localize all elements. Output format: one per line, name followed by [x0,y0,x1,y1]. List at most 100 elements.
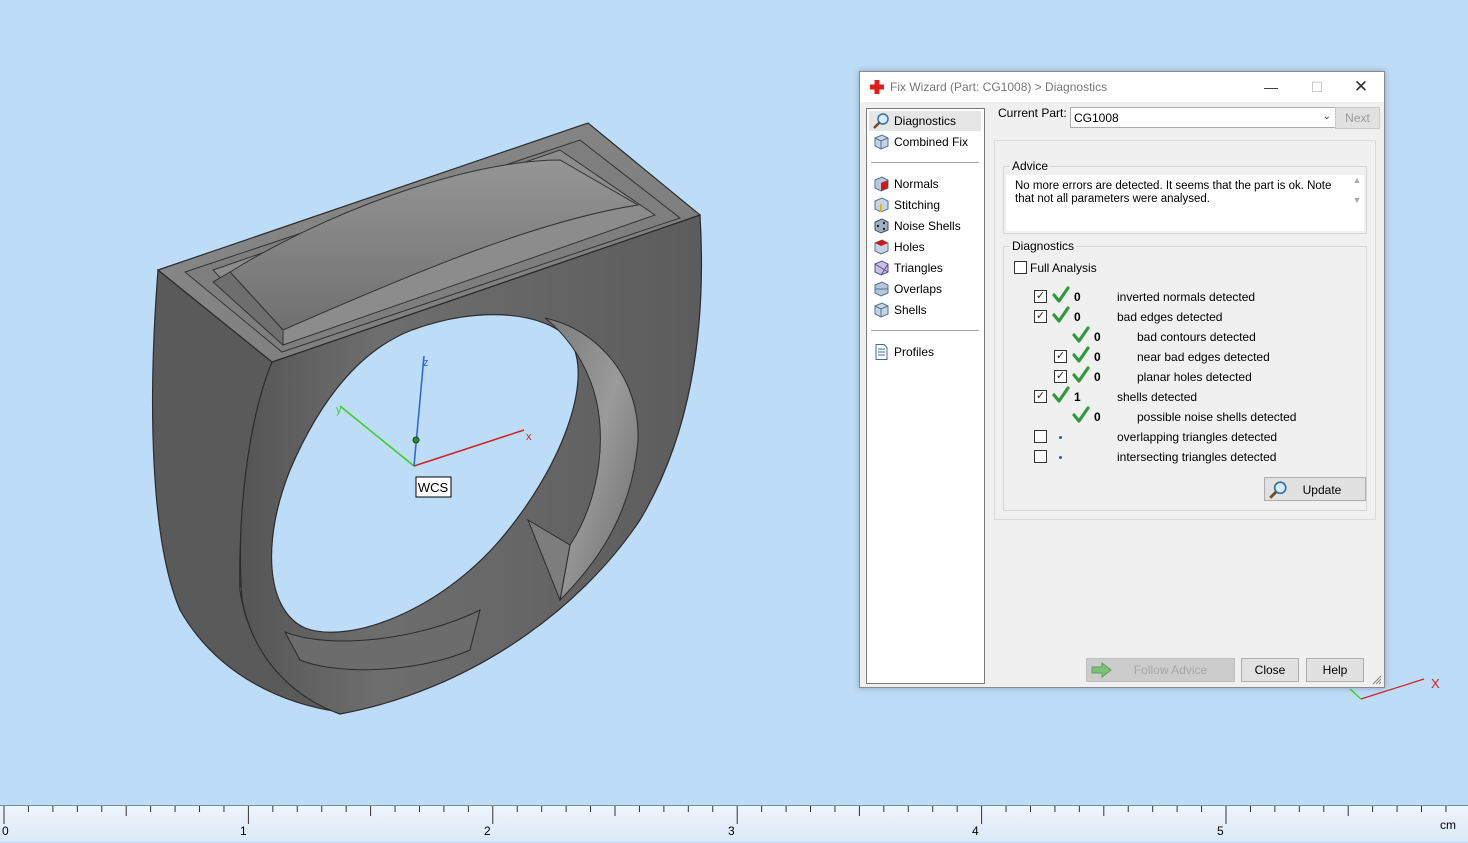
close-window-button[interactable]: ✕ [1338,72,1384,102]
row-label: intersecting triangles detected [1117,450,1277,464]
ruler-unit: cm [1440,818,1456,832]
dialog-title: Fix Wizard (Part: CG1008) > Diagnostics [890,80,1108,94]
close-button[interactable]: Close [1241,658,1299,682]
document-icon [875,344,888,360]
ruler-label-4: 4 [972,824,979,838]
current-part-select[interactable]: CG1008 ⌄ [1070,107,1336,128]
diagnostics-label: Diagnostics [1010,239,1077,253]
row-checkbox[interactable]: ✓ [1034,290,1047,303]
sidebar-item-label: Normals [894,177,939,191]
ruler-label-5: 5 [1217,824,1224,838]
row-count: 0 [1074,310,1081,324]
row-checkbox[interactable]: ✓ [1054,350,1067,363]
triangles-icon [874,260,889,276]
check-icon [1072,366,1090,384]
sidebar-item-label: Triangles [894,261,943,275]
update-label: Update [1302,483,1342,497]
row-label: possible noise shells detected [1137,410,1297,424]
row-checkbox[interactable]: ✓ [1054,370,1067,383]
check-icon [1052,306,1070,324]
current-part-value: CG1008 [1074,111,1119,125]
row-label: inverted normals detected [1117,290,1256,304]
pending-dot-icon [1059,436,1062,439]
sidebar-item-normals[interactable]: Normals [869,174,981,194]
row-checkbox[interactable]: ✓ [1034,390,1047,403]
row-checkbox[interactable]: ✓ [1034,310,1047,323]
row-count: 0 [1094,410,1101,424]
arrow-right-icon [1091,662,1112,678]
sidebar-item-label: Combined Fix [894,135,969,149]
resize-grip-icon[interactable] [1372,675,1382,685]
sidebar-item-diagnostics[interactable]: Diagnostics [869,111,981,131]
full-analysis-label: Full Analysis [1030,261,1097,275]
sidebar-item-label: Diagnostics [894,114,957,128]
advice-group: Advice No more errors are detected. It s… [1003,159,1367,234]
row-checkbox[interactable] [1034,430,1047,443]
sidebar-item-label: Overlaps [894,282,943,296]
minimize-button[interactable]: — [1248,72,1294,102]
row-label: shells detected [1117,390,1198,404]
row-label: overlapping triangles detected [1117,430,1278,444]
sidebar-item-combined-fix[interactable]: Combined Fix [869,132,981,152]
sidebar-item-holes[interactable]: Holes [869,237,981,257]
wizard-sidebar: Diagnostics Combined Fix Normals Stitchi… [866,108,985,684]
noise-shells-icon [874,218,889,234]
sidebar-item-label: Noise Shells [894,219,961,233]
row-count: 0 [1094,350,1101,364]
sidebar-divider [871,162,979,163]
sidebar-item-triangles[interactable]: Triangles [869,258,981,278]
row-checkbox[interactable] [1034,450,1047,463]
advice-label: Advice [1010,159,1051,173]
axis-z-label: z [423,357,429,369]
chevron-down-icon: ⌄ [1322,111,1331,122]
ruler-label-3: 3 [728,824,735,838]
overlaps-icon [874,281,889,297]
check-icon [1072,326,1090,344]
row-label: bad contours detected [1137,330,1256,344]
ruler: 0 1 2 3 4 5 cm [0,805,1468,842]
wcs-label: WCS [418,480,449,495]
check-icon [1072,346,1090,364]
advice-scrollbar[interactable]: ▲ ▼ [1350,175,1364,231]
title-bar[interactable]: Fix Wizard (Part: CG1008) > Diagnostics … [860,72,1384,102]
current-part-label: Current Part: [998,106,1067,120]
diagnostics-group: Diagnostics Full Analysis ✓ 0 inverted nor… [1003,239,1367,511]
sidebar-item-noise-shells[interactable]: Noise Shells [869,216,981,236]
sidebar-item-label: Shells [894,303,927,317]
update-button[interactable]: Update [1264,477,1366,501]
holes-icon [874,239,889,255]
row-count: 0 [1094,370,1101,384]
row-label: near bad edges detected [1137,350,1270,364]
triad-x-label: X [1431,676,1440,691]
axis-x-label: x [526,431,532,443]
maximize-button[interactable]: ☐ [1294,72,1340,102]
full-analysis-checkbox[interactable] [1014,261,1027,274]
advice-text: No more errors are detected. It seems th… [1006,175,1350,231]
next-button[interactable]: Next [1335,107,1380,129]
check-icon [1052,386,1070,404]
sidebar-item-label: Stitching [894,198,941,212]
row-count: 1 [1074,390,1081,404]
shells-icon [874,302,889,318]
sidebar-item-stitching[interactable]: Stitching [869,195,981,215]
ruler-label-2: 2 [484,824,491,838]
follow-advice-button[interactable]: Follow Advice [1086,658,1235,682]
sidebar-item-shells[interactable]: Shells [869,300,981,320]
follow-advice-label: Follow Advice [1133,663,1208,677]
sidebar-item-profiles[interactable]: Profiles [869,342,981,362]
fix-wizard-dialog: Fix Wizard (Part: CG1008) > Diagnostics … [859,71,1385,688]
diagnostics-panel: Advice No more errors are detected. It s… [994,140,1376,520]
ring-model[interactable] [152,122,703,715]
sidebar-item-overlaps[interactable]: Overlaps [869,279,981,299]
sidebar-item-label: Holes [894,240,925,254]
magnifier-icon [873,113,889,129]
cube-icon [874,134,889,150]
wcs-axes [339,355,525,467]
row-label: planar holes detected [1137,370,1252,384]
axis-y-label: y [336,404,342,416]
help-button[interactable]: Help [1306,658,1364,682]
pending-dot-icon [1059,456,1062,459]
row-count: 0 [1094,330,1101,344]
stitching-icon [874,197,889,213]
sidebar-divider [871,330,979,331]
